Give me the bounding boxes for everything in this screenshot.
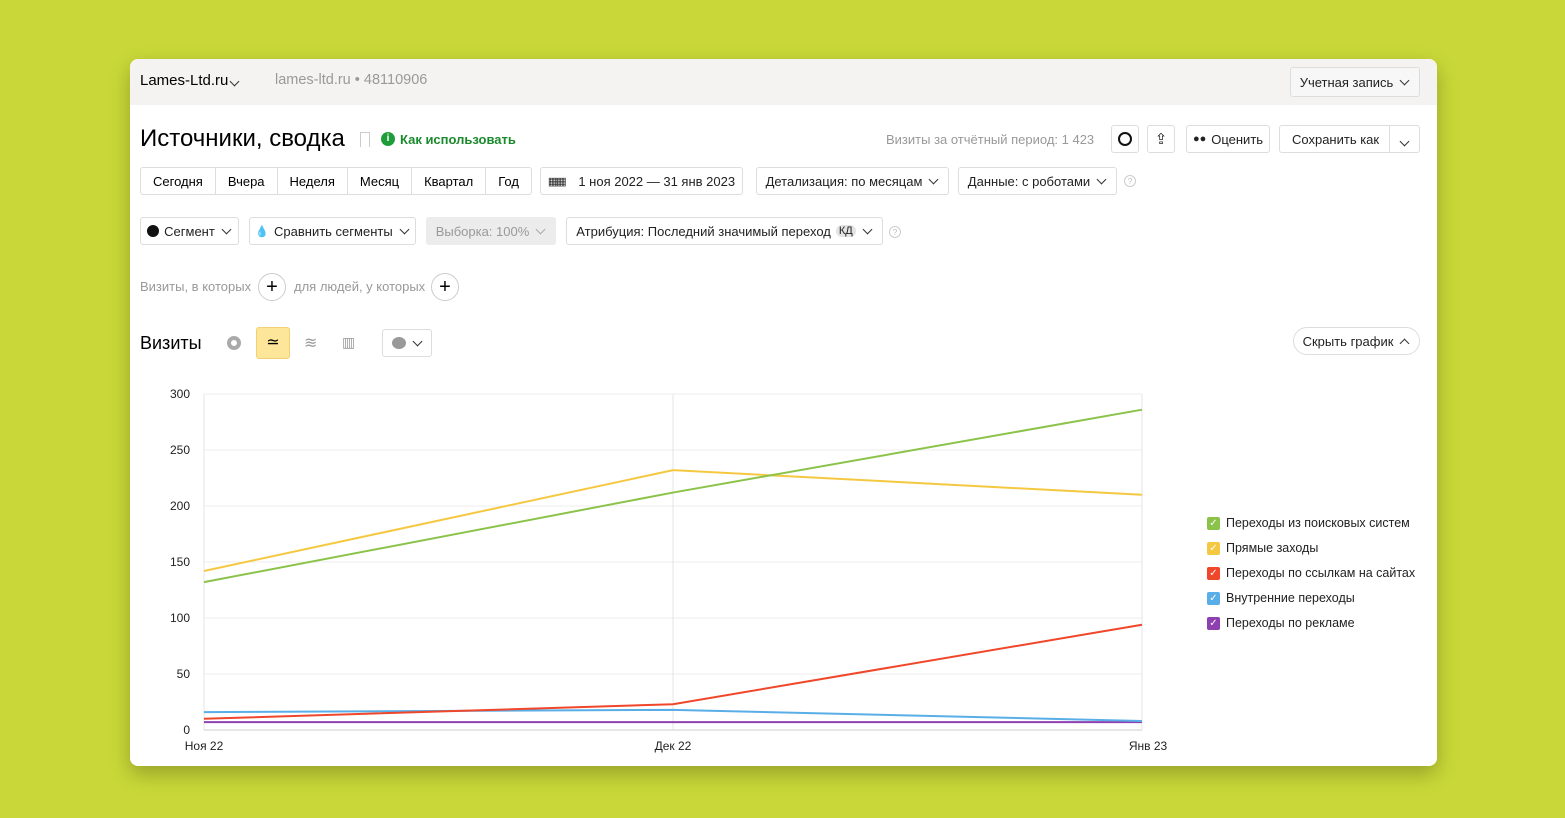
checkbox-icon[interactable]: ✓: [1207, 616, 1220, 630]
legend-item[interactable]: ✓ Переходы из поисковых систем: [1207, 516, 1410, 530]
checkbox-icon[interactable]: ✓: [1207, 516, 1220, 530]
legend-label: Внутренние переходы: [1226, 591, 1355, 605]
legend-label: Прямые заходы: [1226, 541, 1319, 555]
y-tick-label: 50: [177, 667, 191, 681]
legend-label: Переходы из поисковых систем: [1226, 516, 1410, 530]
x-tick-label: Янв 23: [1129, 739, 1168, 753]
visits-line-chart: 0 50 100 150 200 250 300 Ноя 22 Дек 22 Янв 23: [170, 387, 1168, 753]
checkbox-icon[interactable]: ✓: [1207, 541, 1220, 555]
app-window: Lames-Ltd.ru lames-ltd.ru • 48110906 Уче…: [130, 59, 1437, 766]
legend-item[interactable]: ✓ Переходы по ссылкам на сайтах: [1207, 566, 1415, 580]
legend-item[interactable]: ✓ Переходы по рекламе: [1207, 616, 1355, 630]
y-tick-label: 250: [170, 443, 190, 457]
x-tick-label: Ноя 22: [185, 739, 224, 753]
checkbox-icon[interactable]: ✓: [1207, 591, 1220, 605]
y-tick-label: 100: [170, 611, 190, 625]
y-tick-label: 0: [183, 723, 190, 737]
y-tick-label: 200: [170, 499, 190, 513]
legend-label: Переходы по рекламе: [1226, 616, 1355, 630]
y-tick-label: 300: [170, 387, 190, 401]
y-tick-label: 150: [170, 555, 190, 569]
legend-label: Переходы по ссылкам на сайтах: [1226, 566, 1416, 580]
legend-item[interactable]: ✓ Прямые заходы: [1207, 541, 1318, 555]
checkbox-icon[interactable]: ✓: [1207, 566, 1220, 580]
x-tick-label: Дек 22: [655, 739, 692, 753]
legend-item[interactable]: ✓ Внутренние переходы: [1207, 591, 1355, 605]
